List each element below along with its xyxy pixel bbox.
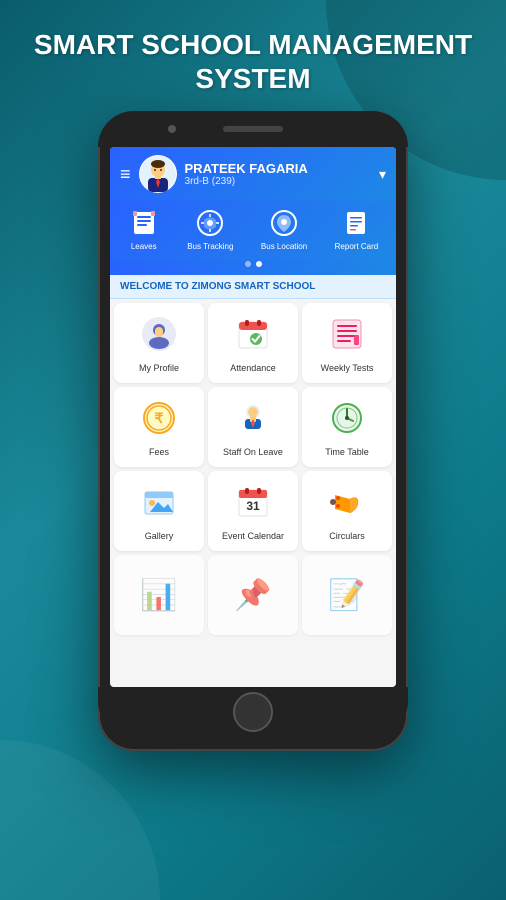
grid-item-extra-2[interactable]: 📌 (208, 555, 298, 635)
dropdown-icon[interactable]: ▾ (379, 166, 386, 183)
staff-on-leave-icon (236, 401, 270, 443)
phone-bottom-bar (98, 687, 408, 737)
svg-text:31: 31 (246, 499, 260, 513)
my-profile-icon (142, 317, 176, 359)
dot-1[interactable] (245, 261, 251, 267)
grid-item-staff-on-leave[interactable]: Staff On Leave (208, 387, 298, 467)
extra-3-icon: 📝 (328, 578, 365, 613)
grid-item-circulars[interactable]: Circulars (302, 471, 392, 551)
attendance-icon (236, 317, 270, 359)
avatar (139, 155, 177, 193)
weekly-tests-label: Weekly Tests (321, 363, 374, 373)
extra-1-icon: 📊 (140, 578, 177, 613)
fees-icon: ₹ (142, 401, 176, 443)
bus-location-icon (268, 207, 300, 239)
time-table-label: Time Table (325, 447, 369, 457)
grid-item-extra-1[interactable]: 📊 (114, 555, 204, 635)
phone-top-bar (98, 111, 408, 147)
home-button[interactable] (233, 692, 273, 732)
extra-2-icon: 📌 (234, 578, 271, 613)
app-title: SMART SCHOOL MANAGEMENT SYSTEM (34, 28, 472, 95)
grid: My Profile Attendance Weekly Tests (114, 303, 392, 635)
dots-row (110, 261, 396, 275)
screen-header: ≡ (110, 147, 396, 201)
event-calendar-label: Event Calendar (222, 531, 284, 541)
avatar-image (140, 156, 176, 192)
phone-camera (168, 125, 176, 133)
gallery-icon (142, 485, 176, 527)
bus-tracking-label: Bus Tracking (187, 242, 233, 251)
grid-item-time-table[interactable]: Time Table (302, 387, 392, 467)
circulars-label: Circulars (329, 531, 365, 541)
svg-text:₹: ₹ (155, 410, 164, 426)
user-class: 3rd-B (239) (185, 176, 371, 187)
grid-item-event-calendar[interactable]: 31 Event Calendar (208, 471, 298, 551)
phone-speaker (223, 126, 283, 132)
grid-item-fees[interactable]: ₹ Fees (114, 387, 204, 467)
menu-icon[interactable]: ≡ (120, 164, 131, 185)
bus-tracking-icon (194, 207, 226, 239)
grid-item-gallery[interactable]: Gallery (114, 471, 204, 551)
fees-label: Fees (149, 447, 169, 457)
nav-item-bus-location[interactable]: Bus Location (261, 207, 307, 251)
report-card-label: Report Card (335, 242, 379, 251)
user-name: PRATEEK FAGARIA (185, 161, 371, 177)
grid-item-extra-3[interactable]: 📝 (302, 555, 392, 635)
circulars-icon (330, 485, 364, 527)
leaves-label: Leaves (131, 242, 157, 251)
nav-item-report-card[interactable]: Report Card (335, 207, 379, 251)
bus-location-label: Bus Location (261, 242, 307, 251)
weekly-tests-icon (330, 317, 364, 359)
time-table-icon (330, 401, 364, 443)
my-profile-label: My Profile (139, 363, 179, 373)
grid-item-attendance[interactable]: Attendance (208, 303, 298, 383)
grid-item-weekly-tests[interactable]: Weekly Tests (302, 303, 392, 383)
nav-item-bus-tracking[interactable]: Bus Tracking (187, 207, 233, 251)
gallery-label: Gallery (145, 531, 174, 541)
leaves-icon (128, 207, 160, 239)
nav-item-leaves[interactable]: Leaves (128, 207, 160, 251)
grid-container: My Profile Attendance Weekly Tests (110, 299, 396, 687)
staff-on-leave-label: Staff On Leave (223, 447, 283, 457)
welcome-banner: WELCOME TO ZIMONG SMART SCHOOL (110, 275, 396, 299)
nav-icons-row: Leaves Bus Tracking Bus Location Report … (110, 201, 396, 261)
dot-2[interactable] (256, 261, 262, 267)
report-card-icon (340, 207, 372, 239)
attendance-label: Attendance (230, 363, 276, 373)
welcome-text: WELCOME TO ZIMONG SMART SCHOOL (120, 281, 386, 292)
user-info: PRATEEK FAGARIA 3rd-B (239) (185, 161, 371, 188)
phone-frame: ≡ (98, 111, 408, 751)
grid-item-my-profile[interactable]: My Profile (114, 303, 204, 383)
phone-screen: ≡ (110, 147, 396, 687)
event-calendar-icon: 31 (236, 485, 270, 527)
